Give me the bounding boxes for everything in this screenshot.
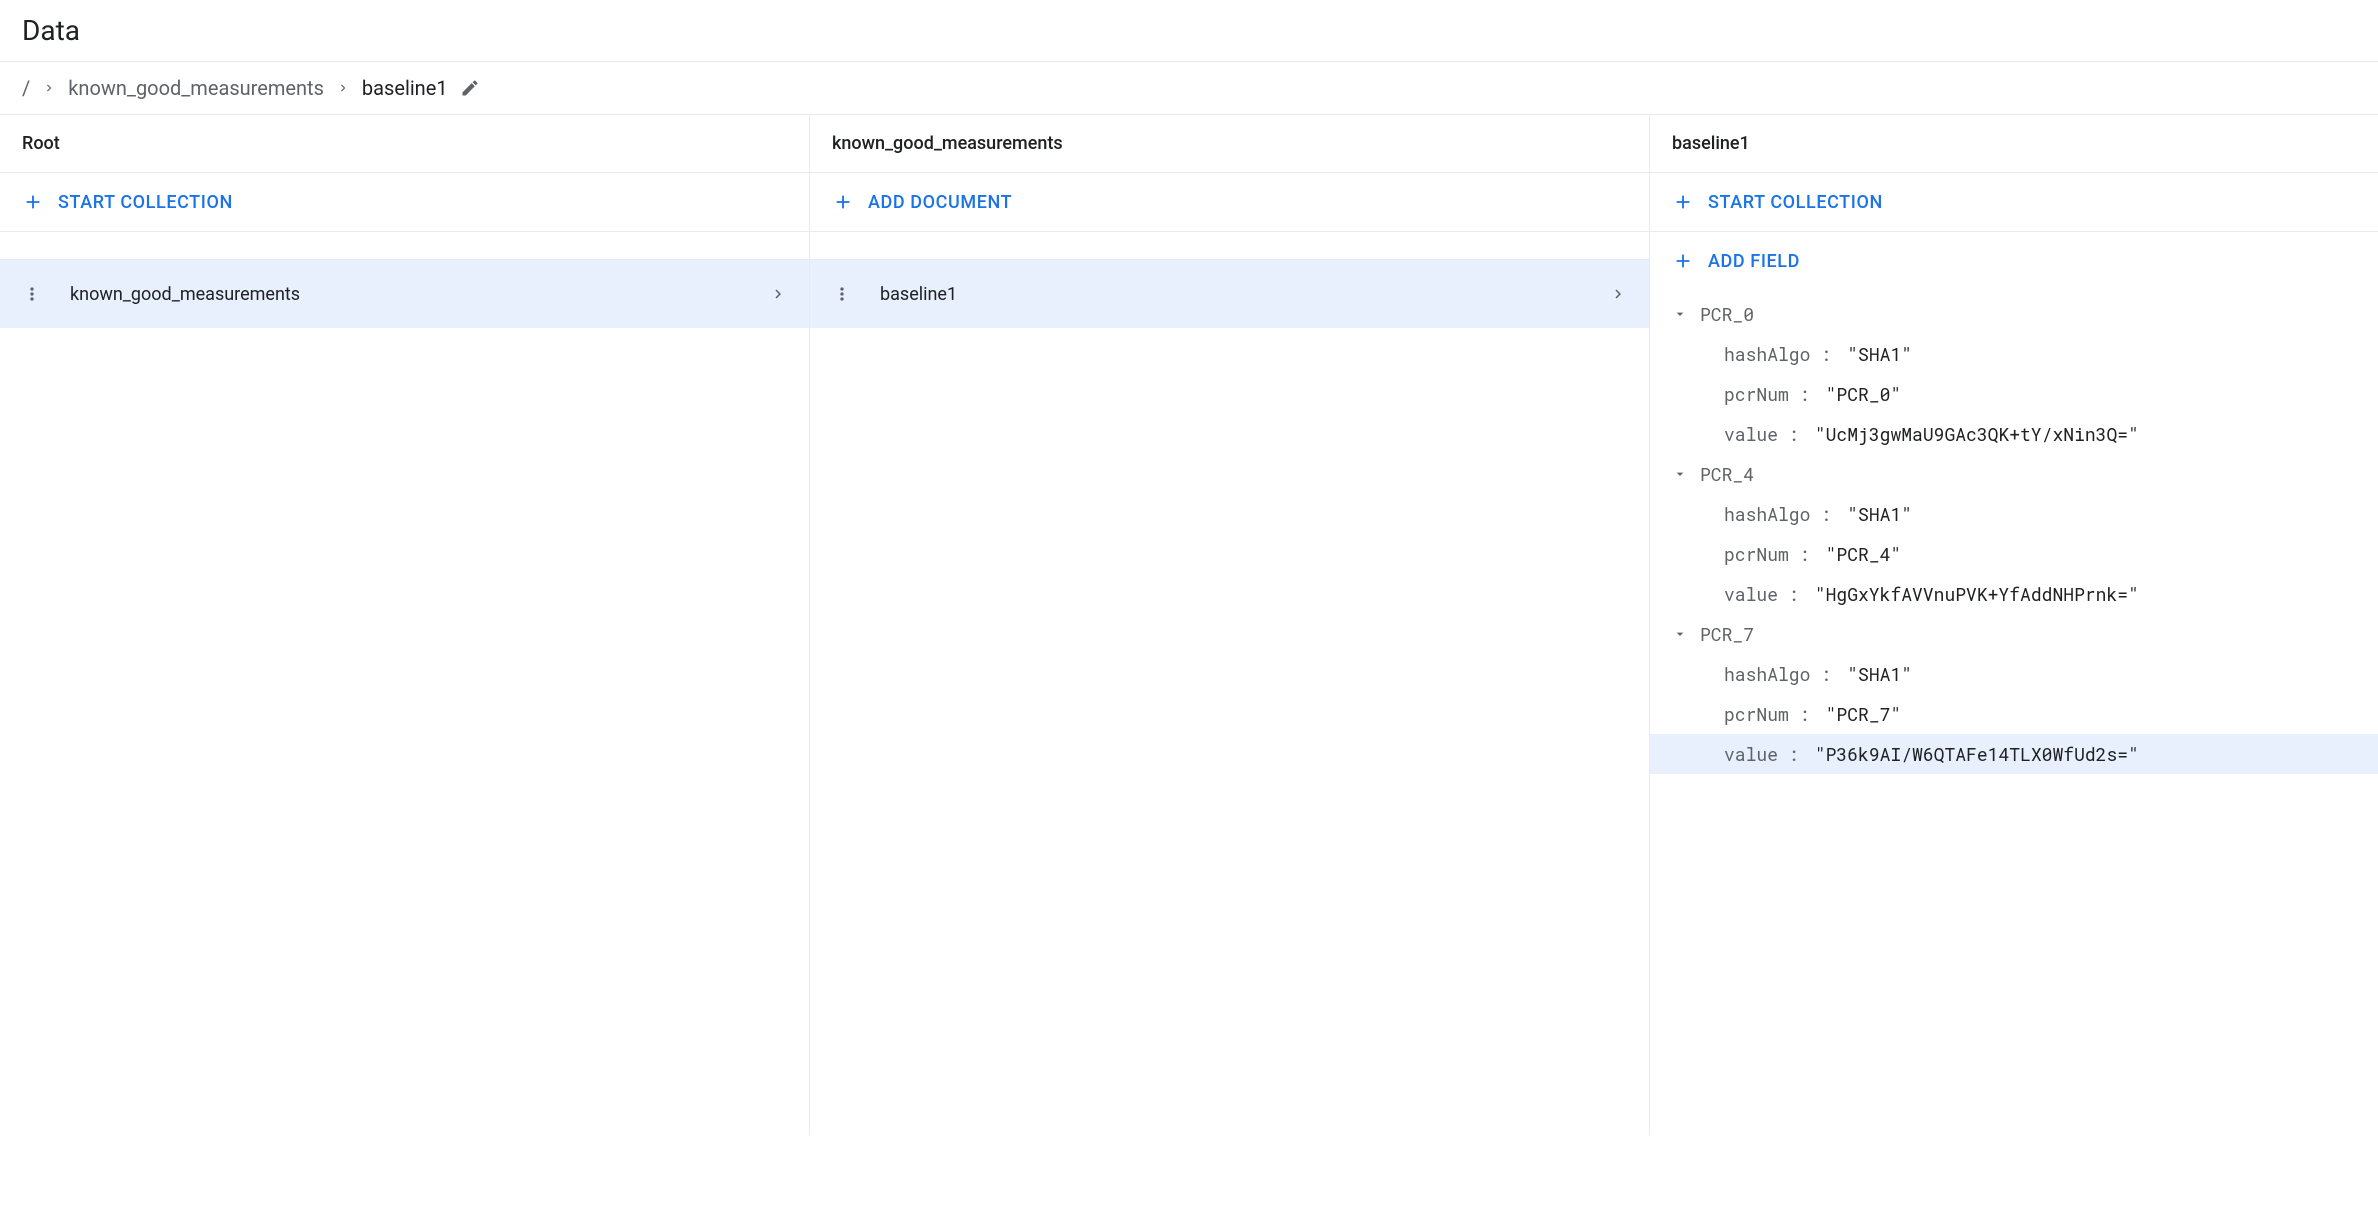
chevron-right-icon <box>336 81 350 95</box>
caret-down-icon <box>1672 306 1690 322</box>
column-collection-title: known_good_measurements <box>810 115 1649 173</box>
start-collection-label: START COLLECTION <box>58 192 233 213</box>
field-tree: PCR_0hashAlgo:"SHA1"pcrNum:"PCR_0"value:… <box>1650 290 2378 774</box>
field-key: pcrNum <box>1724 382 1789 406</box>
edit-icon[interactable] <box>460 78 480 98</box>
plus-icon <box>832 191 854 213</box>
list-item-label: known_good_measurements <box>70 284 769 305</box>
start-collection-label: START COLLECTION <box>1708 192 1883 213</box>
field-entry[interactable]: value: "HgGxYkfAVVnuPVK+YfAddNHPrnk=" <box>1650 574 2378 614</box>
list-item-label: baseline1 <box>880 284 1609 305</box>
colon: : <box>1788 742 1799 766</box>
column-root-title: Root <box>0 115 809 173</box>
field-key: value <box>1724 422 1778 446</box>
field-entry[interactable]: hashAlgo: "SHA1" <box>1650 654 2378 694</box>
list-item[interactable]: known_good_measurements <box>0 260 809 328</box>
add-field-button[interactable]: ADD FIELD <box>1650 232 2378 290</box>
field-value: "SHA1" <box>1847 502 1912 526</box>
field-map[interactable]: PCR_7 <box>1650 614 2378 654</box>
field-entry[interactable]: pcrNum: "PCR_0" <box>1650 374 2378 414</box>
chevron-right-icon <box>769 285 787 303</box>
field-value: "SHA1" <box>1847 342 1912 366</box>
field-value: "UcMj3gwMaU9GAc3QK+tY/xNin3Q=" <box>1815 422 2139 446</box>
add-field-label: ADD FIELD <box>1708 251 1800 272</box>
colon: : <box>1820 342 1831 366</box>
field-map[interactable]: PCR_0 <box>1650 294 2378 334</box>
plus-icon <box>22 191 44 213</box>
start-collection-button[interactable]: START COLLECTION <box>1650 173 2378 232</box>
column-collection: known_good_measurements ADD DOCUMENT bas… <box>810 115 1650 1135</box>
colon: : <box>1820 502 1831 526</box>
field-entry[interactable]: value: "UcMj3gwMaU9GAc3QK+tY/xNin3Q=" <box>1650 414 2378 454</box>
column-root: Root START COLLECTION known_good_measure… <box>0 115 810 1135</box>
field-entry[interactable]: pcrNum: "PCR_4" <box>1650 534 2378 574</box>
chevron-right-icon <box>42 81 56 95</box>
field-key: pcrNum <box>1724 542 1789 566</box>
breadcrumb-root[interactable]: / <box>22 76 30 100</box>
field-value: "PCR_7" <box>1826 702 1902 726</box>
colon: : <box>1799 382 1810 406</box>
field-name: PCR_0 <box>1700 302 1754 326</box>
plus-icon <box>1672 250 1694 272</box>
start-collection-button[interactable]: START COLLECTION <box>0 173 809 232</box>
list-item[interactable]: baseline1 <box>810 260 1649 328</box>
field-entry[interactable]: value: "P36k9AI/W6QTAFe14TLX0WfUd2s=" <box>1650 734 2378 774</box>
field-value: "PCR_4" <box>1826 542 1902 566</box>
column-document-title: baseline1 <box>1650 115 2378 173</box>
chevron-right-icon <box>1609 285 1627 303</box>
plus-icon <box>1672 191 1694 213</box>
field-value: "SHA1" <box>1847 662 1912 686</box>
colon: : <box>1788 422 1799 446</box>
field-key: value <box>1724 582 1778 606</box>
add-document-button[interactable]: ADD DOCUMENT <box>810 173 1649 232</box>
spacer <box>810 232 1649 260</box>
colon: : <box>1820 662 1831 686</box>
field-map[interactable]: PCR_4 <box>1650 454 2378 494</box>
field-key: pcrNum <box>1724 702 1789 726</box>
caret-down-icon <box>1672 626 1690 642</box>
field-entry[interactable]: hashAlgo: "SHA1" <box>1650 334 2378 374</box>
field-entry[interactable]: pcrNum: "PCR_7" <box>1650 694 2378 734</box>
field-name: PCR_4 <box>1700 462 1754 486</box>
more-vert-icon[interactable] <box>832 284 852 304</box>
field-entry[interactable]: hashAlgo: "SHA1" <box>1650 494 2378 534</box>
more-vert-icon[interactable] <box>22 284 42 304</box>
field-value: "PCR_0" <box>1826 382 1902 406</box>
colon: : <box>1799 702 1810 726</box>
colon: : <box>1799 542 1810 566</box>
field-key: hashAlgo <box>1724 502 1810 526</box>
field-key: hashAlgo <box>1724 342 1810 366</box>
breadcrumb-document[interactable]: baseline1 <box>362 76 448 100</box>
page-title: Data <box>0 0 2378 62</box>
field-value: "P36k9AI/W6QTAFe14TLX0WfUd2s=" <box>1815 742 2139 766</box>
add-document-label: ADD DOCUMENT <box>868 192 1012 213</box>
colon: : <box>1788 582 1799 606</box>
columns-container: Root START COLLECTION known_good_measure… <box>0 115 2378 1135</box>
field-key: hashAlgo <box>1724 662 1810 686</box>
field-key: value <box>1724 742 1778 766</box>
breadcrumb-collection[interactable]: known_good_measurements <box>68 76 324 100</box>
caret-down-icon <box>1672 466 1690 482</box>
column-document: baseline1 START COLLECTION ADD FIELD PCR… <box>1650 115 2378 1135</box>
breadcrumb: / known_good_measurements baseline1 <box>0 62 2378 115</box>
field-value: "HgGxYkfAVVnuPVK+YfAddNHPrnk=" <box>1815 582 2139 606</box>
spacer <box>0 232 809 260</box>
field-name: PCR_7 <box>1700 622 1754 646</box>
